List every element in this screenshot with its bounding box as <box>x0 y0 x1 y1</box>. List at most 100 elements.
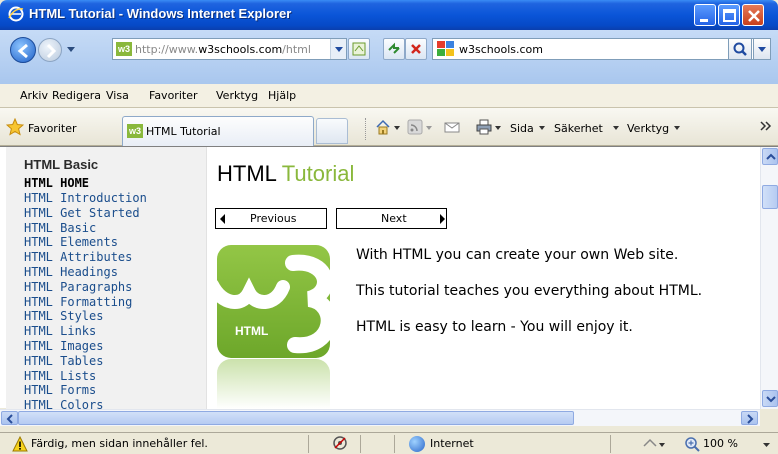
status-divider <box>308 435 309 453</box>
sidebar-item-basic[interactable]: HTML Basic <box>24 221 147 236</box>
feeds-icon[interactable] <box>407 119 423 135</box>
globe-icon <box>409 436 425 452</box>
print-icon[interactable] <box>476 119 492 135</box>
menu-help[interactable]: Hjälp <box>268 89 296 102</box>
page-menu[interactable]: Sida <box>510 122 534 135</box>
chevron-down-icon[interactable] <box>673 119 681 135</box>
status-divider <box>610 435 611 453</box>
chevron-down-icon[interactable] <box>538 119 546 135</box>
next-button[interactable]: Next <box>336 208 447 229</box>
minimize-button[interactable] <box>694 4 716 26</box>
toolbar-overflow-icon[interactable] <box>759 119 773 135</box>
sidebar-item-introduction[interactable]: HTML Introduction <box>24 191 147 206</box>
zoom-level[interactable]: 100 % <box>703 437 738 450</box>
horizontal-scrollbar[interactable] <box>0 409 760 426</box>
address-dropdown-button[interactable] <box>330 39 346 59</box>
menu-edit[interactable]: Redigera <box>52 89 101 102</box>
sidebar-item-colors[interactable]: HTML Colors <box>24 398 147 409</box>
address-url[interactable]: http://www.w3schools.com/html <box>135 43 311 56</box>
favorites-command-bar: Favoriter w3 HTML Tutorial Sida Säkerhet… <box>0 108 778 146</box>
compatibility-view-button[interactable] <box>348 38 370 60</box>
chevron-down-icon[interactable] <box>612 119 620 135</box>
window-title: HTML Tutorial - Windows Internet Explore… <box>29 6 292 21</box>
menu-file[interactable]: Arkiv <box>20 89 48 102</box>
warning-icon[interactable] <box>12 436 28 452</box>
menu-favorites[interactable]: Favoriter <box>149 89 197 102</box>
menu-tools[interactable]: Verktyg <box>216 89 258 102</box>
search-options-button[interactable] <box>753 38 771 60</box>
intro-paragraph: This tutorial teaches you everything abo… <box>356 283 703 299</box>
sidebar-item-attributes[interactable]: HTML Attributes <box>24 250 147 265</box>
window-title-bar[interactable]: HTML Tutorial - Windows Internet Explore… <box>0 0 778 30</box>
sidebar-item-formatting[interactable]: HTML Formatting <box>24 295 147 310</box>
sidebar-item-get-started[interactable]: HTML Get Started <box>24 206 147 221</box>
status-bar: Färdig, men sidan innehåller fel. Intern… <box>0 432 778 454</box>
sidebar-item-paragraphs[interactable]: HTML Paragraphs <box>24 280 147 295</box>
menu-bar: Arkiv Redigera Visa Favoriter Verktyg Hj… <box>0 84 778 108</box>
maximize-button[interactable] <box>718 4 740 26</box>
tab-label: HTML Tutorial <box>146 125 221 138</box>
chevron-down-icon <box>335 47 343 52</box>
chevron-down-icon[interactable] <box>494 119 502 135</box>
stop-button[interactable] <box>405 38 427 60</box>
scroll-right-button[interactable] <box>741 411 758 425</box>
scroll-down-button[interactable] <box>762 390 778 407</box>
new-tab-button[interactable] <box>316 118 348 144</box>
tools-menu[interactable]: Verktyg <box>627 122 669 135</box>
w3schools-favicon-icon: w3 <box>116 42 132 56</box>
forward-arrow-icon <box>46 43 57 59</box>
chevron-left-icon <box>6 414 13 424</box>
intro-paragraph: HTML is easy to learn - You will enjoy i… <box>356 319 633 335</box>
security-menu[interactable]: Säkerhet <box>554 122 603 135</box>
address-bar[interactable]: w3 http://www.w3schools.com/html <box>112 38 347 60</box>
logo-reflection <box>217 359 330 409</box>
search-provider-icon <box>437 41 454 56</box>
back-arrow-icon <box>17 43 28 59</box>
mail-icon[interactable] <box>444 119 460 135</box>
security-zone: Internet <box>430 437 474 450</box>
history-dropdown-icon[interactable] <box>66 42 76 56</box>
home-icon[interactable] <box>375 119 391 135</box>
sidebar-item-lists[interactable]: HTML Lists <box>24 369 147 384</box>
close-button[interactable] <box>742 4 764 26</box>
vertical-scroll-thumb[interactable] <box>762 185 778 209</box>
back-button[interactable] <box>10 37 36 63</box>
sidebar-item-styles[interactable]: HTML Styles <box>24 309 147 324</box>
sidebar-item-tables[interactable]: HTML Tables <box>24 354 147 369</box>
chevron-right-icon <box>747 414 754 424</box>
tab-html-tutorial[interactable]: w3 HTML Tutorial <box>122 116 314 146</box>
zoom-icon[interactable] <box>684 436 700 452</box>
search-box[interactable]: w3schools.com <box>432 38 756 60</box>
sidebar-item-links[interactable]: HTML Links <box>24 324 147 339</box>
sidebar-item-current[interactable]: HTML HOME <box>24 176 89 190</box>
status-divider <box>360 435 361 453</box>
logo-label: HTML <box>235 324 269 338</box>
vertical-scrollbar[interactable] <box>760 147 778 409</box>
triangle-left-icon <box>220 214 225 224</box>
compatibility-icon <box>352 42 366 56</box>
scroll-left-button[interactable] <box>1 411 18 425</box>
chevron-down-icon[interactable] <box>762 436 772 452</box>
main-content: HTML Tutorial Previous Next HTML With HT… <box>206 147 760 409</box>
privacy-icon[interactable] <box>332 435 348 451</box>
sidebar-item-headings[interactable]: HTML Headings <box>24 265 147 280</box>
sidebar-list: HTML Introduction HTML Get Started HTML … <box>24 191 147 409</box>
forward-button[interactable] <box>38 38 62 62</box>
sidebar-item-elements[interactable]: HTML Elements <box>24 235 147 250</box>
search-button[interactable] <box>728 38 752 60</box>
search-input[interactable]: w3schools.com <box>459 43 543 56</box>
minimize-icon <box>700 19 708 22</box>
horizontal-scroll-thumb[interactable] <box>18 411 574 425</box>
sidebar-item-images[interactable]: HTML Images <box>24 339 147 354</box>
refresh-button[interactable] <box>383 38 405 60</box>
previous-button[interactable]: Previous <box>215 208 327 229</box>
previous-label: Previous <box>250 212 297 225</box>
protected-mode-icon[interactable] <box>642 436 666 452</box>
chevron-down-icon[interactable] <box>393 119 401 135</box>
sidebar-heading: HTML Basic <box>24 157 99 172</box>
chevron-down-icon[interactable] <box>425 119 433 135</box>
sidebar-nav: HTML Basic HTML HOME HTML Introduction H… <box>6 147 206 409</box>
scroll-up-button[interactable] <box>762 148 778 165</box>
menu-view[interactable]: Visa <box>106 89 129 102</box>
sidebar-item-forms[interactable]: HTML Forms <box>24 383 147 398</box>
